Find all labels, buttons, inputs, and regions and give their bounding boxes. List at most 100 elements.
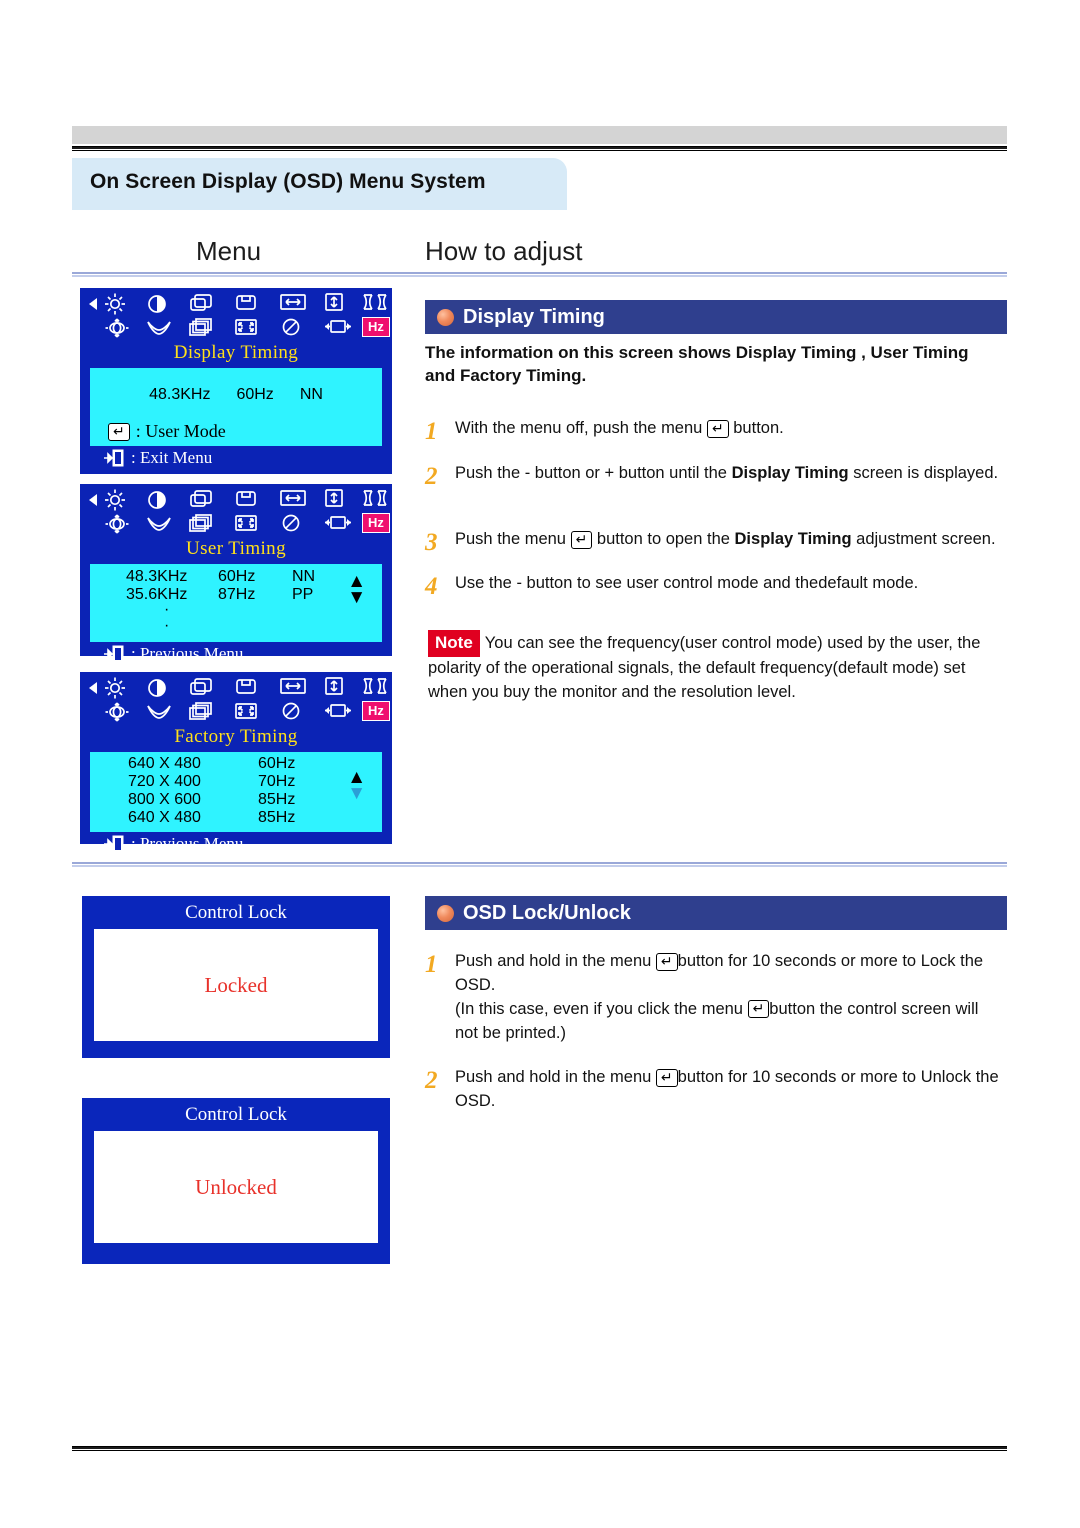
contrast-icon[interactable]: [144, 292, 174, 314]
timing-ellipsis: ·: [164, 616, 170, 634]
degauss-icon[interactable]: [278, 701, 308, 723]
menu-key-icon: ↵: [747, 1000, 770, 1019]
table-row: 48.3KHz 60Hz NN: [126, 568, 382, 586]
trapezoid-icon[interactable]: [145, 701, 175, 723]
v-position-icon[interactable]: [232, 488, 262, 510]
pincushion-icon[interactable]: [360, 676, 390, 698]
pincushion-icon[interactable]: [360, 488, 390, 510]
osd-footer-label: : Previous Menu: [131, 834, 244, 853]
osd-icon-row: Hz: [82, 290, 390, 344]
corner-correction-icon[interactable]: [232, 513, 262, 535]
step-text-strong: Display Timing: [734, 530, 852, 548]
resolution: 640 X 480: [128, 809, 201, 826]
parallelogram-icon[interactable]: [187, 513, 217, 535]
section-title: Display Timing: [463, 305, 605, 328]
note-text: You can see the frequency(user control m…: [428, 634, 981, 701]
refresh-rate: 70Hz: [258, 773, 296, 790]
scroll-down-arrow-icon[interactable]: ▼: [347, 588, 366, 607]
lock-state-label: Unlocked: [195, 1174, 277, 1199]
degauss-icon[interactable]: [278, 317, 308, 339]
exit-door-icon: [104, 448, 126, 468]
bullet-icon: [437, 904, 454, 922]
scroll-arrows[interactable]: ▲ ▼: [347, 572, 366, 607]
scroll-arrows[interactable]: ▲ ▼: [347, 768, 366, 803]
rotation-icon[interactable]: [104, 701, 134, 723]
brightness-icon[interactable]: [102, 292, 132, 315]
timing-row: 48.3KHz 60Hz NN: [90, 368, 382, 404]
step-text: Push and hold in the menu ↵ button for 10…: [455, 950, 1005, 1046]
control-lock-title: Control Lock: [185, 1104, 287, 1125]
rotation-icon[interactable]: [104, 317, 134, 339]
pincushion-icon[interactable]: [360, 292, 390, 314]
corner-correction-icon[interactable]: [232, 701, 262, 723]
degauss-icon[interactable]: [278, 513, 308, 535]
zoom-icon[interactable]: [322, 513, 352, 535]
zoom-icon[interactable]: [322, 317, 352, 339]
resolution: 720 X 400: [128, 773, 201, 790]
table-row: ·: [126, 617, 382, 635]
osd-user-mode-line: ↵ : User Mode: [108, 421, 226, 442]
step-text-pre: Push and hold in the menu: [455, 1068, 656, 1086]
hz-timing-icon[interactable]: Hz: [362, 701, 392, 723]
h-size-icon[interactable]: [278, 488, 308, 510]
osd-footer: : Previous Menu: [82, 832, 390, 857]
step-text-pre2: (In this case, even if you click the men…: [455, 999, 748, 1018]
parallelogram-icon[interactable]: [187, 701, 217, 723]
timing-polarity: NN: [292, 568, 316, 585]
hz-timing-icon[interactable]: Hz: [362, 317, 392, 339]
table-row: 800 X 600 85Hz: [128, 791, 382, 809]
section-header-osd-lock-unlock: OSD Lock/Unlock: [425, 896, 1007, 930]
v-size-icon[interactable]: [322, 292, 352, 314]
table-row: 640 X 480 85Hz: [128, 809, 382, 827]
step-text-pre: Push the menu: [455, 530, 571, 548]
exit-door-icon: [104, 644, 126, 664]
table-row: 720 X 400 70Hz: [128, 773, 382, 791]
h-size-icon[interactable]: [278, 292, 308, 314]
v-size-icon[interactable]: [322, 488, 352, 510]
step-text-pre: Push and hold in the menu: [455, 952, 656, 970]
parallelogram-icon[interactable]: [187, 317, 217, 339]
osd-panel-title: User Timing: [186, 538, 286, 559]
trapezoid-icon[interactable]: [145, 317, 175, 339]
v-size-icon[interactable]: [322, 676, 352, 698]
h-size-icon[interactable]: [278, 676, 308, 698]
step-text: Use the - button to see user control mod…: [455, 574, 919, 592]
lock-state-label: Locked: [204, 972, 268, 997]
rotation-icon[interactable]: [104, 513, 134, 535]
osd-panel-user-timing: Hz User Timing 48.3KHz 60Hz NN 35.6KHz 8…: [80, 484, 392, 663]
osd-panel-factory-timing: Hz Factory Timing 640 X 480 60Hz 720 X 4…: [80, 672, 392, 853]
section-header-display-timing: Display Timing: [425, 300, 1007, 334]
divider-middle: [72, 862, 1007, 868]
contrast-icon[interactable]: [144, 676, 174, 698]
corner-correction-icon[interactable]: [232, 317, 262, 339]
page-title: On Screen Display (OSD) Menu System: [90, 170, 486, 193]
osd-icon-row: Hz: [82, 674, 390, 728]
hz-timing-icon[interactable]: Hz: [362, 513, 392, 535]
v-position-icon[interactable]: [232, 676, 262, 698]
h-position-icon[interactable]: [187, 292, 217, 314]
timing-ellipsis: ·: [164, 601, 170, 618]
scroll-down-arrow-icon[interactable]: ▼: [347, 784, 366, 803]
table-row: 640 X 480 60Hz: [128, 755, 382, 773]
step-number: 3: [425, 529, 438, 556]
trapezoid-icon[interactable]: [145, 513, 175, 535]
lock-step-1: 1 Push and hold in the menu ↵ button for …: [425, 950, 1005, 1046]
brightness-icon[interactable]: [102, 676, 132, 699]
timing-list: 48.3KHz 60Hz NN 35.6KHz 87Hz PP · ·: [90, 564, 382, 634]
control-lock-title: Control Lock: [185, 902, 287, 923]
zoom-icon[interactable]: [322, 701, 352, 723]
osd-user-mode-label: : User Mode: [135, 421, 226, 441]
h-position-icon[interactable]: [187, 488, 217, 510]
v-position-icon[interactable]: [232, 292, 262, 314]
timing-refresh: 60Hz: [236, 386, 274, 403]
step-text-strong: Display Timing: [731, 464, 849, 482]
refresh-rate: 85Hz: [258, 791, 296, 808]
contrast-icon[interactable]: [144, 488, 174, 510]
step-number: 4: [425, 573, 438, 600]
timing-freq: 48.3KHz: [126, 568, 188, 585]
step-text: Push the menu ↵ button to open the Displ…: [455, 528, 996, 557]
brightness-icon[interactable]: [102, 488, 132, 511]
h-position-icon[interactable]: [187, 676, 217, 698]
osd-screen: 640 X 480 60Hz 720 X 400 70Hz 800 X 600 …: [90, 752, 382, 832]
table-row: ·: [126, 601, 382, 618]
